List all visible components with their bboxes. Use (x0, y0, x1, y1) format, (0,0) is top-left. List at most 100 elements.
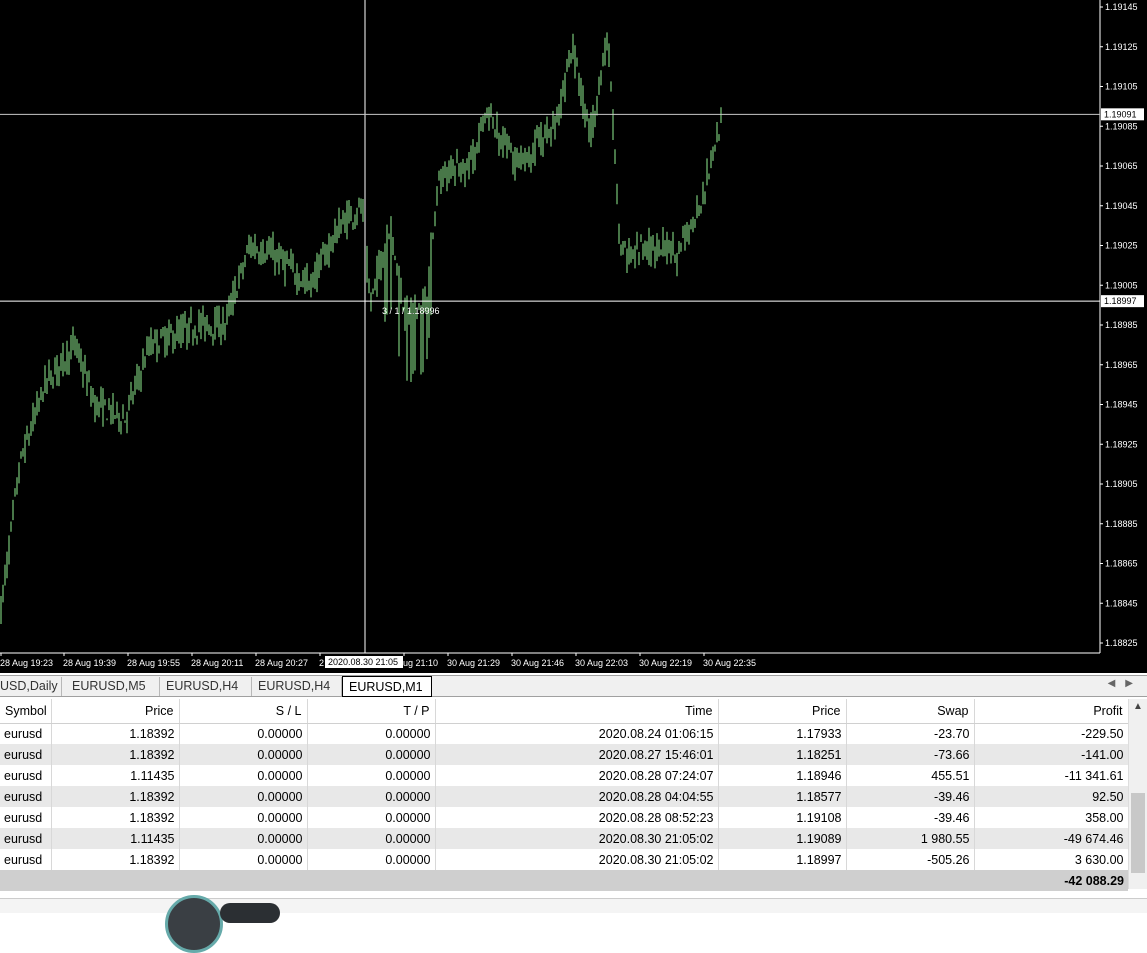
crosshair-price-value: 1.18997 (1104, 296, 1137, 306)
price-tick-label: 1.19005 (1105, 280, 1138, 290)
cell-symbol: eurusd (0, 807, 52, 828)
table-row[interactable]: eurusd 1.11435 0.00000 0.00000 2020.08.30 21… (0, 828, 1129, 849)
cell-sl: 0.00000 (179, 828, 308, 849)
price-tick-label: 1.18885 (1105, 519, 1138, 529)
chart-canvas[interactable]: 1.19145 1.19125 1.19105 1.19085 1.19065 1.190… (0, 0, 1147, 673)
col-header-sl[interactable]: S / L (179, 699, 308, 724)
cell-open-price: 1.18392 (51, 786, 180, 807)
time-tick-label: 30 Aug 21:46 (511, 658, 564, 668)
cell-open-price: 1.18392 (51, 807, 180, 828)
cell-profit: -141.00 (974, 744, 1129, 765)
cell-price: 1.19089 (718, 828, 847, 849)
price-tick-label: 1.18945 (1105, 400, 1138, 410)
table-row[interactable]: eurusd 1.18392 0.00000 0.00000 2020.08.24 01… (0, 723, 1129, 744)
cell-profit: -11 341.61 (974, 765, 1129, 786)
col-header-symbol[interactable]: Symbol (0, 699, 52, 724)
cell-symbol: eurusd (0, 723, 52, 744)
tab-left-arrow-icon[interactable]: ◀ (1108, 678, 1126, 689)
cell-tp: 0.00000 (307, 828, 436, 849)
cell-swap: -505.26 (846, 849, 975, 870)
trade-table: Symbol Price S / L T / P Time Price Swap… (0, 699, 1129, 891)
cell-sl: 0.00000 (179, 744, 308, 765)
cell-symbol: eurusd (0, 765, 52, 786)
price-tick-label: 1.18985 (1105, 320, 1138, 330)
table-header-row: Symbol Price S / L T / P Time Price Swap… (0, 699, 1129, 724)
cell-sl: 0.00000 (179, 786, 308, 807)
floating-widget-icon[interactable] (165, 895, 223, 953)
price-tick-label: 1.19125 (1105, 42, 1138, 52)
cell-open-price: 1.11435 (51, 765, 180, 786)
cell-swap: -23.70 (846, 723, 975, 744)
cell-price: 1.18251 (718, 744, 847, 765)
cell-symbol: eurusd (0, 849, 52, 870)
cell-sl: 0.00000 (179, 765, 308, 786)
cell-open-price: 1.18392 (51, 744, 180, 765)
cell-tp: 0.00000 (307, 849, 436, 870)
cell-price: 1.19108 (718, 807, 847, 828)
cell-swap: 455.51 (846, 765, 975, 786)
cell-price: 1.17933 (718, 723, 847, 744)
cell-time: 2020.08.28 08:52:23 (435, 807, 719, 828)
table-row[interactable]: eurusd 1.18392 0.00000 0.00000 2020.08.28 04… (0, 786, 1129, 807)
cell-time: 2020.08.30 21:05:02 (435, 828, 719, 849)
scroll-up-icon[interactable]: ▲ (1133, 701, 1143, 712)
price-tick-label: 1.19105 (1105, 82, 1138, 92)
tab-usd-daily[interactable]: USD,Daily (0, 677, 62, 696)
cell-open-price: 1.11435 (51, 828, 180, 849)
cell-tp: 0.00000 (307, 723, 436, 744)
cell-profit: 92.50 (974, 786, 1129, 807)
cell-swap: -39.46 (846, 786, 975, 807)
cell-symbol: eurusd (0, 744, 52, 765)
time-tick-label: 30 Aug 22:19 (639, 658, 692, 668)
floating-widget-pill[interactable] (220, 903, 280, 923)
cell-tp: 0.00000 (307, 744, 436, 765)
price-tick-label: 1.18965 (1105, 360, 1138, 370)
cell-profit: 3 630.00 (974, 849, 1129, 870)
table-row[interactable]: eurusd 1.18392 0.00000 0.00000 2020.08.28 08… (0, 807, 1129, 828)
col-header-price[interactable]: Price (51, 699, 180, 724)
cell-profit: -49 674.46 (974, 828, 1129, 849)
total-row: -42 088.29 (0, 870, 1128, 891)
cell-symbol: eurusd (0, 786, 52, 807)
tab-scroll-arrows[interactable]: ◀▶ (1108, 678, 1143, 689)
table-row[interactable]: eurusd 1.18392 0.00000 0.00000 2020.08.30 21… (0, 849, 1129, 870)
table-row[interactable]: eurusd 1.11435 0.00000 0.00000 2020.08.28 07… (0, 765, 1129, 786)
col-header-tp[interactable]: T / P (307, 699, 436, 724)
price-tick-label: 1.19025 (1105, 241, 1138, 251)
crosshair-info-label: 3 / 1 / 1.18996 (382, 306, 440, 316)
cell-time: 2020.08.28 07:24:07 (435, 765, 719, 786)
col-header-profit[interactable]: Profit (974, 699, 1129, 724)
cell-tp: 0.00000 (307, 765, 436, 786)
cell-time: 2020.08.30 21:05:02 (435, 849, 719, 870)
price-tick-label: 1.19145 (1105, 2, 1138, 12)
cell-price: 1.18577 (718, 786, 847, 807)
time-tick-label: 28 Aug 19:23 (0, 658, 53, 668)
table-row[interactable]: eurusd 1.18392 0.00000 0.00000 2020.08.27 15… (0, 744, 1129, 765)
time-tick-label: 2 (319, 658, 324, 668)
col-header-price-current[interactable]: Price (718, 699, 847, 724)
time-tick-label: ug 21:10 (403, 658, 438, 668)
price-tick-label: 1.19085 (1105, 121, 1138, 131)
price-tick-label: 1.18925 (1105, 439, 1138, 449)
cell-price: 1.18997 (718, 849, 847, 870)
tab-eurusd-m1[interactable]: EURUSD,M1 (342, 676, 432, 697)
time-tick-label: 30 Aug 21:29 (447, 658, 500, 668)
tab-right-arrow-icon[interactable]: ▶ (1125, 678, 1143, 689)
table-scrollbar[interactable]: ▲ (1128, 699, 1147, 889)
tab-eurusd-h4[interactable]: EURUSD,H4 (160, 677, 252, 696)
cell-swap: 1 980.55 (846, 828, 975, 849)
chart-tabs: USD,Daily EURUSD,M5 EURUSD,H4 EURUSD,H4 … (0, 675, 1147, 697)
time-tick-label: 28 Aug 19:55 (127, 658, 180, 668)
cell-time: 2020.08.24 01:06:15 (435, 723, 719, 744)
price-chart[interactable]: 1.19145 1.19125 1.19105 1.19085 1.19065 1.190… (0, 0, 1147, 673)
cell-time: 2020.08.27 15:46:01 (435, 744, 719, 765)
scroll-thumb[interactable] (1131, 793, 1145, 873)
time-tick-label: 28 Aug 20:27 (255, 658, 308, 668)
total-spacer (0, 870, 974, 891)
tab-eurusd-m5[interactable]: EURUSD,M5 (66, 677, 160, 696)
col-header-time[interactable]: Time (435, 699, 719, 724)
col-header-swap[interactable]: Swap (846, 699, 975, 724)
time-tick-label: 30 Aug 22:35 (703, 658, 756, 668)
cell-time: 2020.08.28 04:04:55 (435, 786, 719, 807)
tab-eurusd-h4-2[interactable]: EURUSD,H4 (252, 677, 342, 696)
